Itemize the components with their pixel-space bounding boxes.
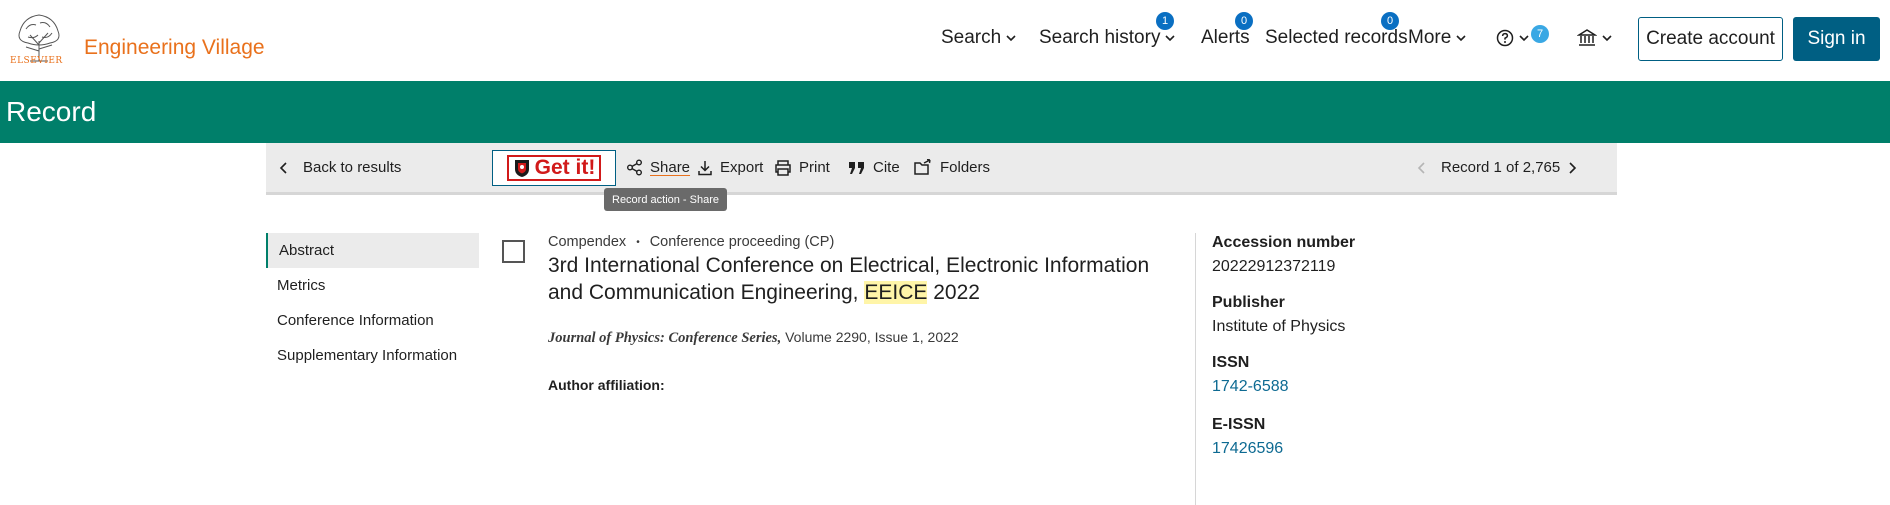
eissn-label: E-ISSN — [1212, 416, 1266, 433]
nav-search-history[interactable]: Search history — [1039, 24, 1176, 52]
share-button[interactable]: Share — [626, 159, 690, 176]
document-type-label: Conference proceeding (CP) — [649, 234, 835, 250]
source-citation: Journal of Physics: Conference Series, V… — [548, 329, 959, 347]
nav-more[interactable]: More — [1408, 24, 1467, 52]
column-divider — [1195, 233, 1196, 505]
nav-alerts-label: Alerts — [1201, 27, 1250, 48]
page-banner: Record — [0, 81, 1890, 143]
publisher-value: Institute of Physics — [1212, 318, 1346, 335]
select-record-checkbox[interactable] — [502, 240, 525, 263]
export-label: Export — [720, 159, 764, 176]
institution-crest-icon — [514, 160, 529, 177]
journal-details: Volume 2290, Issue 1, 2022 — [781, 329, 959, 345]
accession-number-value: 20222912372119 — [1212, 258, 1336, 275]
chevron-down-icon — [1602, 35, 1612, 42]
nav-selected-records-label: Selected records — [1265, 27, 1408, 48]
folders-button[interactable]: Folders — [914, 159, 990, 176]
nav-search-label: Search — [941, 27, 1002, 48]
share-label: Share — [650, 159, 691, 176]
record-section-nav: Abstract Metrics Conference Information … — [266, 233, 479, 373]
institution-building-icon — [1577, 29, 1597, 46]
nav-help[interactable] — [1496, 24, 1530, 52]
selected-records-count-badge: 0 — [1381, 12, 1399, 30]
publisher-label: Publisher — [1212, 294, 1285, 311]
cite-button[interactable]: Cite — [848, 159, 900, 176]
back-to-results-link[interactable]: Back to results — [278, 159, 401, 176]
separator-dot: • — [636, 236, 640, 248]
title-highlight: EEICE — [864, 281, 928, 304]
get-it-label: Get it! — [534, 156, 596, 179]
database-label: Compendex — [548, 234, 627, 250]
sidenav-item-conference-information[interactable]: Conference Information — [266, 303, 479, 338]
record-position-text: Record 1 of 2,765 — [1441, 159, 1561, 176]
chevron-down-icon — [1165, 35, 1176, 42]
issn-label: ISSN — [1212, 354, 1250, 371]
title-text: 3rd International Conference on Electric… — [548, 254, 1150, 304]
site-header: ELSEVIER Engineering Village Search Sear… — [0, 0, 1890, 81]
journal-name: Journal of Physics: Conference Series, — [548, 330, 782, 346]
print-button[interactable]: Print — [774, 159, 830, 176]
print-label: Print — [799, 159, 830, 176]
chevron-down-icon — [1519, 35, 1529, 42]
eissn-link[interactable]: 17426596 — [1212, 440, 1355, 458]
folder-add-icon — [914, 159, 931, 175]
nav-institution[interactable] — [1577, 24, 1613, 52]
chevron-left-icon[interactable] — [1416, 161, 1428, 175]
record-title: 3rd International Conference on Electric… — [548, 252, 1168, 306]
sidenav-item-metrics[interactable]: Metrics — [266, 268, 479, 303]
brand-name[interactable]: Engineering Village — [84, 36, 265, 60]
record-details-panel: Accession number 20222912372119 Publishe… — [1212, 234, 1355, 458]
nav-search[interactable]: Search — [941, 24, 1017, 52]
elsevier-wordmark: ELSEVIER — [10, 56, 63, 66]
nav-search-history-label: Search history — [1039, 27, 1161, 48]
page-title: Record — [6, 96, 97, 127]
share-icon — [627, 159, 642, 176]
accession-number-label: Accession number — [1212, 234, 1356, 251]
cite-label: Cite — [873, 159, 900, 176]
chevron-down-icon — [1456, 35, 1466, 42]
get-it-button[interactable]: Get it! — [492, 150, 616, 186]
back-to-results-label: Back to results — [303, 159, 402, 176]
chevron-right-icon[interactable] — [1566, 161, 1578, 175]
chevron-down-icon — [1006, 35, 1016, 42]
export-button[interactable]: Export — [697, 159, 763, 176]
folders-label: Folders — [940, 159, 991, 176]
sidenav-item-supplementary-information[interactable]: Supplementary Information — [266, 338, 479, 373]
author-affiliation-label: Author affiliation: — [548, 377, 665, 393]
sidenav-item-abstract[interactable]: Abstract — [266, 233, 479, 268]
search-history-count-badge: 1 — [1156, 12, 1174, 30]
issn-link[interactable]: 1742-6588 — [1212, 378, 1355, 396]
alerts-count-badge: 0 — [1235, 12, 1253, 30]
sign-in-button[interactable]: Sign in — [1793, 17, 1880, 61]
download-icon — [698, 160, 712, 175]
record-toolbar: Back to results Get it! Share Export Pri… — [266, 143, 1617, 195]
share-tooltip: Record action - Share — [604, 188, 727, 211]
create-account-button[interactable]: Create account — [1638, 17, 1783, 61]
printer-icon — [775, 159, 791, 176]
help-count-badge: 7 — [1531, 25, 1549, 43]
help-circle-icon — [1496, 29, 1514, 47]
nav-more-label: More — [1408, 27, 1452, 48]
record-pager: Record 1 of 2,765 — [1416, 159, 1585, 176]
record-meta: Compendex • Conference proceeding (CP) — [548, 234, 834, 250]
title-year: 2022 — [927, 281, 980, 304]
chevron-left-icon — [279, 161, 287, 174]
quote-icon — [849, 161, 864, 174]
